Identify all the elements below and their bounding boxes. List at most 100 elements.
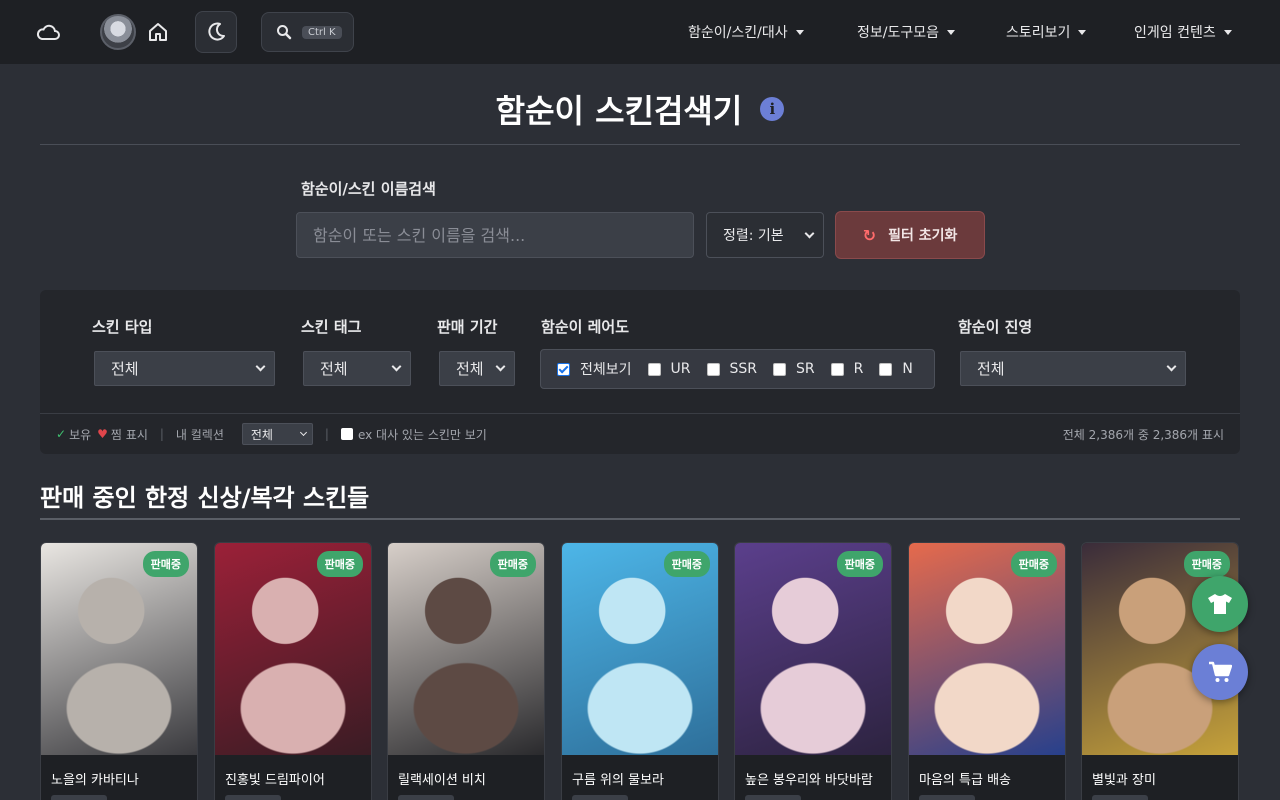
on-sale-badge: 판매중: [1183, 551, 1230, 577]
checkbox[interactable]: [647, 362, 661, 376]
caret-down-icon: [1223, 29, 1232, 35]
sale-period-select[interactable]: 전체: [439, 351, 515, 386]
select-value: 전체: [320, 360, 348, 378]
search-icon: [277, 25, 292, 40]
chevron-down-icon: [495, 361, 506, 372]
search-button[interactable]: Ctrl K: [261, 12, 354, 52]
select-value: 전체: [977, 360, 1005, 378]
menu-ingame-content[interactable]: 인게임 컨텐츠: [1134, 22, 1232, 42]
menu-label: 인게임 컨텐츠: [1134, 25, 1216, 41]
collection-select[interactable]: 전체: [241, 423, 313, 445]
select-value: 전체: [456, 360, 484, 378]
skin-fab-button[interactable]: [1192, 576, 1248, 632]
skin-tag-select[interactable]: 전체: [303, 351, 411, 386]
rarity-option-ssr[interactable]: SSR: [706, 361, 758, 377]
rarity-label: 함순이 레어도: [541, 318, 630, 336]
menu-shipgirl-skin-lines[interactable]: 함순이/스킨/대사: [688, 22, 804, 42]
owned-legend: 보유: [69, 427, 92, 442]
skin-card[interactable]: 판매중 진홍빛 드림파이어: [214, 542, 372, 800]
skin-name: 높은 봉우리와 바닷바람: [745, 773, 873, 788]
skin-card[interactable]: 판매중 구름 위의 물보라: [561, 542, 719, 800]
select-value: 전체: [111, 360, 139, 378]
panel-footer: ✓ 보유 ♥ 찜 표시 | 내 컬렉션 전체 | ex 대사 있는 스킨만 보기: [56, 423, 487, 445]
chevron-down-icon: [255, 361, 266, 372]
reset-filters-button[interactable]: ↻ 필터 초기화: [835, 211, 985, 259]
separator: |: [159, 427, 164, 441]
page-title: 함순이 스킨검색기: [495, 92, 743, 130]
menu-label: 정보/도구모음: [857, 25, 939, 41]
caret-down-icon: [795, 29, 804, 35]
skin-name: 별빛과 장미: [1092, 773, 1156, 788]
skin-name: 구름 위의 물보라: [572, 773, 664, 788]
skin-name: 마음의 특급 배송: [919, 773, 1011, 788]
separator: |: [324, 427, 329, 441]
filter-panel: 스킨 타입 전체 스킨 태그 전체 판매 기간 전체 함순이 레어도 전체보기 …: [40, 290, 1240, 454]
menu-label: 함순이/스킨/대사: [688, 25, 788, 41]
result-count: 전체 2,386개 중 2,386개 표시: [1062, 428, 1224, 442]
ex-lines-checkbox[interactable]: [340, 428, 353, 440]
skin-chip: [225, 795, 281, 800]
check-icon: ✓: [56, 427, 67, 441]
skin-card[interactable]: 판매중 노을의 카바티나: [40, 542, 198, 800]
theme-toggle-button[interactable]: [195, 11, 237, 53]
skin-chip: [398, 795, 454, 800]
checkbox[interactable]: [773, 362, 787, 376]
checkbox-checked[interactable]: [557, 362, 570, 376]
option-label: SSR: [729, 361, 758, 377]
wish-legend: 찜 표시: [110, 427, 148, 442]
chevron-down-icon: [804, 228, 815, 238]
page-title-row: 함순이 스킨검색기 i: [0, 86, 1280, 132]
skin-chip: [51, 795, 107, 800]
chevron-down-icon: [1166, 361, 1177, 372]
skin-chip: [745, 795, 801, 800]
refresh-icon: ↻: [862, 225, 877, 245]
skin-name: 릴랙세이션 비치: [398, 773, 486, 788]
on-sale-badge: 판매중: [836, 551, 883, 577]
rarity-option-n[interactable]: N: [879, 361, 913, 377]
search-input[interactable]: [296, 212, 694, 258]
checkbox[interactable]: [830, 362, 844, 376]
skin-name: 노을의 카바티나: [51, 773, 139, 788]
rarity-option-all[interactable]: 전체보기: [557, 359, 632, 379]
shirt-icon: [1208, 594, 1232, 614]
faction-label: 함순이 진영: [958, 318, 1033, 336]
sale-period-label: 판매 기간: [437, 318, 498, 336]
skin-tag-label: 스킨 태그: [301, 318, 362, 336]
search-label: 함순이/스킨 이름검색: [301, 180, 436, 198]
on-sale-badge: 판매중: [142, 551, 189, 577]
rarity-checkbox-group: 전체보기 UR SSR SR R N: [540, 349, 935, 389]
caret-down-icon: [1078, 29, 1087, 35]
rarity-option-sr[interactable]: SR: [773, 361, 815, 377]
skin-card[interactable]: 판매중 높은 봉우리와 바닷바람: [734, 542, 892, 800]
cloud-icon[interactable]: [34, 20, 62, 44]
menu-label: 스토리보기: [1006, 25, 1071, 41]
rarity-option-ur[interactable]: UR: [647, 361, 691, 377]
skin-card[interactable]: 판매중 마음의 특급 배송: [908, 542, 1066, 800]
sort-select[interactable]: 정렬: 기본: [706, 212, 824, 258]
home-icon[interactable]: [146, 20, 170, 44]
cart-fab-button[interactable]: [1192, 644, 1248, 700]
on-sale-badge: 판매중: [489, 551, 536, 577]
skin-type-select[interactable]: 전체: [94, 351, 275, 386]
moon-icon: [208, 22, 225, 41]
on-sale-badge: 판매중: [663, 551, 710, 577]
menu-story[interactable]: 스토리보기: [1006, 22, 1087, 42]
checkbox[interactable]: [706, 362, 720, 376]
checkbox[interactable]: [879, 362, 893, 376]
faction-select[interactable]: 전체: [960, 351, 1186, 386]
ex-lines-label: ex 대사 있는 스킨만 보기: [357, 427, 487, 442]
option-label: UR: [670, 361, 691, 377]
chevron-down-icon: [391, 361, 402, 372]
heart-icon: ♥: [97, 427, 108, 441]
top-navbar: Ctrl K 함순이/스킨/대사 정보/도구모음 스토리보기 인게임 컨텐츠: [0, 0, 1280, 64]
avatar[interactable]: [100, 14, 136, 50]
option-label: N: [902, 361, 913, 377]
skin-chip: [919, 795, 975, 800]
rarity-option-r[interactable]: R: [830, 361, 863, 377]
collection-label: 내 컬렉션: [175, 427, 224, 442]
menu-info-tools[interactable]: 정보/도구모음: [857, 22, 955, 42]
cart-icon: [1209, 661, 1232, 682]
info-icon[interactable]: i: [760, 97, 785, 121]
skin-chip: [1092, 795, 1148, 800]
skin-card[interactable]: 판매중 릴랙세이션 비치: [387, 542, 545, 800]
